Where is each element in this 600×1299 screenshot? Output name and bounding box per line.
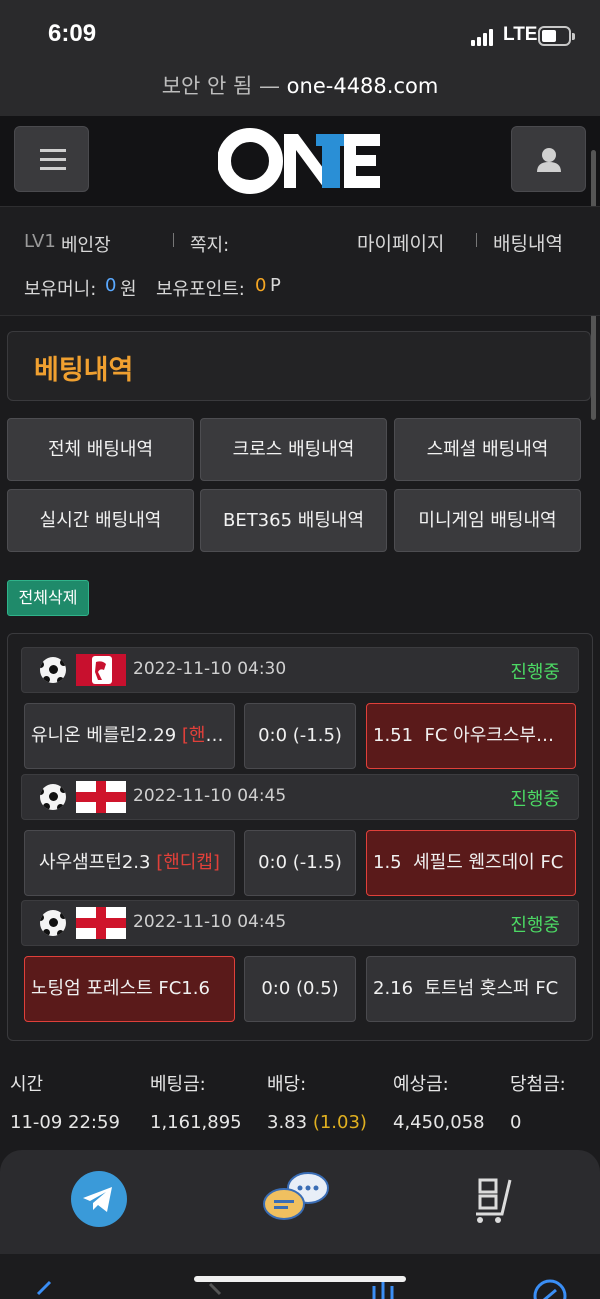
- away-team: 셰필드 웬즈데이 FC: [413, 852, 564, 873]
- summary-odds-label: 배당:: [267, 1074, 307, 1095]
- money-value: 0: [105, 275, 117, 296]
- match-header: 2022-11-10 04:30 진행중: [21, 647, 579, 693]
- chat-icon[interactable]: [262, 1170, 332, 1228]
- point-unit: P: [270, 275, 281, 296]
- bet-history-link[interactable]: 배팅내역: [493, 229, 563, 256]
- summary-expected-value: 4,450,058: [393, 1112, 485, 1133]
- away-odds-cell[interactable]: 1.5 셰필드 웬즈데이 FC: [366, 830, 576, 896]
- match-header: 2022-11-10 04:45 진행중: [21, 900, 579, 946]
- home-indicator[interactable]: [194, 1276, 406, 1282]
- network-type: LTE: [503, 24, 538, 45]
- mypage-link[interactable]: 마이페이지: [357, 229, 444, 256]
- summary-win-value: 0: [510, 1112, 522, 1133]
- tab-live-bets[interactable]: 실시간 배팅내역: [7, 489, 194, 552]
- summary-time-value: 11-09 22:59: [10, 1112, 120, 1133]
- url-host: one-4488.com: [286, 74, 439, 98]
- menu-button[interactable]: [14, 126, 89, 192]
- summary-odds-value: 3.83 (1.03): [267, 1112, 367, 1133]
- bundesliga-flag-icon: [76, 654, 126, 686]
- user-button[interactable]: [511, 126, 586, 192]
- score-cell: 0:0 (-1.5): [244, 830, 356, 896]
- telegram-icon[interactable]: [70, 1170, 128, 1228]
- away-odds-cell[interactable]: 2.16 토트넘 홋스퍼 FC: [366, 956, 576, 1022]
- signal-icon: [471, 28, 497, 46]
- summary-time-label: 시간: [10, 1074, 44, 1095]
- url-bar[interactable]: 보안 안 됨 — one-4488.com: [0, 66, 600, 116]
- site-header: [0, 116, 600, 206]
- back-icon[interactable]: [32, 1280, 56, 1299]
- soccer-ball-icon: [40, 657, 66, 683]
- tab-special-bets[interactable]: 스페셜 배팅내역: [394, 418, 581, 481]
- away-team: 토트넘 홋스퍼 FC: [424, 978, 559, 999]
- url-text[interactable]: 보안 안 됨 — one-4488.com: [162, 70, 439, 100]
- score-cell: 0:0 (0.5): [244, 956, 356, 1022]
- tab-all-bets[interactable]: 전체 배팅내역: [7, 418, 194, 481]
- delete-all-button[interactable]: 전체삭제: [7, 580, 89, 616]
- score-cell: 0:0 (-1.5): [244, 703, 356, 769]
- match-datetime: 2022-11-10 04:45: [133, 786, 287, 806]
- url-security-label: 보안 안 됨 —: [161, 74, 287, 98]
- site-logo[interactable]: [217, 126, 384, 196]
- user-info-panel: LV1 베인장 쪽지: 마이페이지 배팅내역 보유머니: 0 원 보유포인트: …: [0, 206, 600, 316]
- match-datetime: 2022-11-10 04:45: [133, 912, 287, 932]
- battery-icon: [538, 26, 575, 46]
- home-team: 유니온 베를린: [31, 725, 137, 746]
- home-team: 노팅엄 포레스트 FC: [31, 978, 182, 999]
- home-odds: 2.3: [121, 852, 151, 873]
- away-odds: 2.16: [373, 978, 414, 999]
- compass-icon[interactable]: [532, 1278, 568, 1299]
- odds-extra: (1.03): [312, 1112, 367, 1133]
- away-odds-cell[interactable]: 1.51 FC 아우크스부르크: [366, 703, 576, 769]
- match-datetime: 2022-11-10 04:30: [133, 659, 287, 679]
- home-team: 사우샘프턴: [39, 852, 122, 873]
- handicap-tag: [핸디캡]: [156, 852, 220, 873]
- tab-cross-bets[interactable]: 크로스 배팅내역: [200, 418, 387, 481]
- home-odds: 1.6: [181, 978, 210, 999]
- forward-icon[interactable]: [206, 1282, 226, 1299]
- match-status: 진행중: [510, 789, 560, 810]
- point-label: 보유포인트:: [156, 279, 245, 300]
- england-flag-icon: [76, 781, 126, 813]
- away-odds: 1.51: [373, 725, 414, 746]
- home-odds-cell[interactable]: 사우샘프턴2.3 [핸디캡]: [24, 830, 235, 896]
- soccer-ball-icon: [40, 910, 66, 936]
- soccer-ball-icon: [40, 784, 66, 810]
- home-odds: 2.29: [136, 725, 177, 746]
- bottom-action-bar: [0, 1150, 600, 1254]
- match-header: 2022-11-10 04:45 진행중: [21, 774, 579, 820]
- logo-icon: [217, 128, 380, 194]
- away-odds: 1.5: [373, 852, 402, 873]
- status-time: 6:09: [48, 20, 97, 47]
- summary-amount-label: 베팅금:: [150, 1074, 206, 1095]
- status-bar: 6:09 LTE: [0, 0, 600, 66]
- money-label: 보유머니:: [24, 279, 97, 300]
- page-title: 베팅내역: [34, 355, 134, 386]
- summary-expected-label: 예상금:: [393, 1074, 449, 1095]
- section-title-box: 베팅내역: [7, 331, 591, 401]
- user-icon: [537, 148, 561, 172]
- tab-minigame-bets[interactable]: 미니게임 배팅내역: [394, 489, 581, 552]
- cart-icon[interactable]: [470, 1172, 520, 1226]
- home-odds-cell[interactable]: 노팅엄 포레스트 FC1.6: [24, 956, 235, 1022]
- tab-bet365-bets[interactable]: BET365 배팅내역: [200, 489, 387, 552]
- divider: [173, 233, 174, 247]
- hamburger-icon: [40, 149, 66, 152]
- england-flag-icon: [76, 907, 126, 939]
- match-status: 진행중: [510, 662, 560, 683]
- home-odds-cell[interactable]: 유니온 베를린2.29 [핸디캡]: [24, 703, 235, 769]
- summary-amount-value: 1,161,895: [150, 1112, 242, 1133]
- match-status: 진행중: [510, 915, 560, 936]
- message-link[interactable]: 쪽지:: [190, 231, 229, 257]
- point-value: 0: [255, 275, 267, 296]
- money-unit: 원: [120, 279, 137, 300]
- odds-total: 3.83: [267, 1112, 308, 1133]
- summary-win-label: 당첨금:: [510, 1074, 566, 1095]
- away-team: FC 아우크스부르크: [424, 725, 570, 746]
- handicap-tag: [핸디캡]: [181, 725, 234, 746]
- divider: [476, 233, 477, 247]
- user-level: LV1: [24, 231, 56, 252]
- user-nickname: 베인장: [61, 235, 111, 256]
